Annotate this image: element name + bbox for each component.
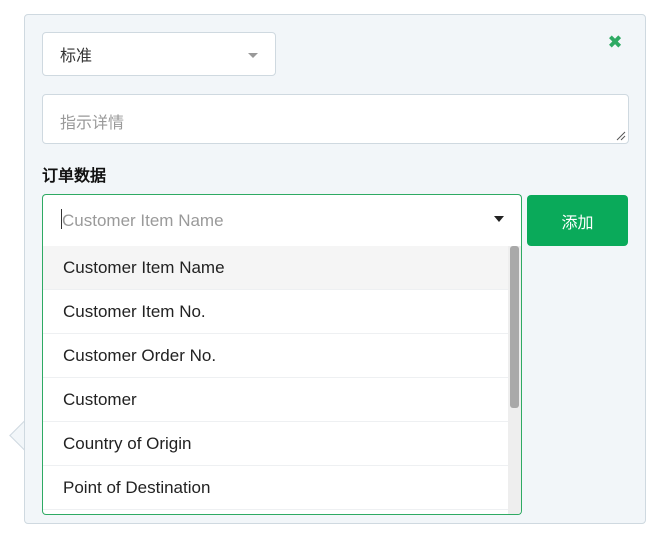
option-customer-item-name[interactable]: Customer Item Name	[43, 246, 509, 290]
details-placeholder: 指示详情	[60, 113, 125, 132]
type-select[interactable]: 标准	[42, 32, 276, 76]
section-label: 订单数据	[42, 166, 107, 185]
chevron-down-icon[interactable]	[494, 216, 504, 222]
scrollbar-thumb[interactable]	[510, 246, 519, 408]
field-options-dropdown: Customer Item Name Customer Item No. Cus…	[42, 246, 522, 515]
text-cursor	[61, 209, 62, 229]
details-textarea[interactable]: 指示详情	[42, 94, 629, 144]
chevron-down-icon	[248, 53, 258, 58]
option-customer-order-no[interactable]: Customer Order No.	[43, 334, 509, 378]
field-select-input[interactable]: Customer Item Name	[42, 194, 522, 246]
close-icon[interactable]: ✖	[604, 32, 626, 54]
option-customer[interactable]: Customer	[43, 378, 509, 422]
option-customer-item-no[interactable]: Customer Item No.	[43, 290, 509, 334]
add-button[interactable]: 添加	[527, 195, 628, 246]
field-select-placeholder: Customer Item Name	[62, 210, 224, 230]
option-country-of-origin[interactable]: Country of Origin	[43, 422, 509, 466]
resize-handle-icon[interactable]	[616, 131, 626, 141]
option-point-of-destination[interactable]: Point of Destination	[43, 466, 509, 510]
dropdown-scrollbar[interactable]	[508, 246, 521, 514]
type-select-value: 标准	[60, 46, 93, 65]
